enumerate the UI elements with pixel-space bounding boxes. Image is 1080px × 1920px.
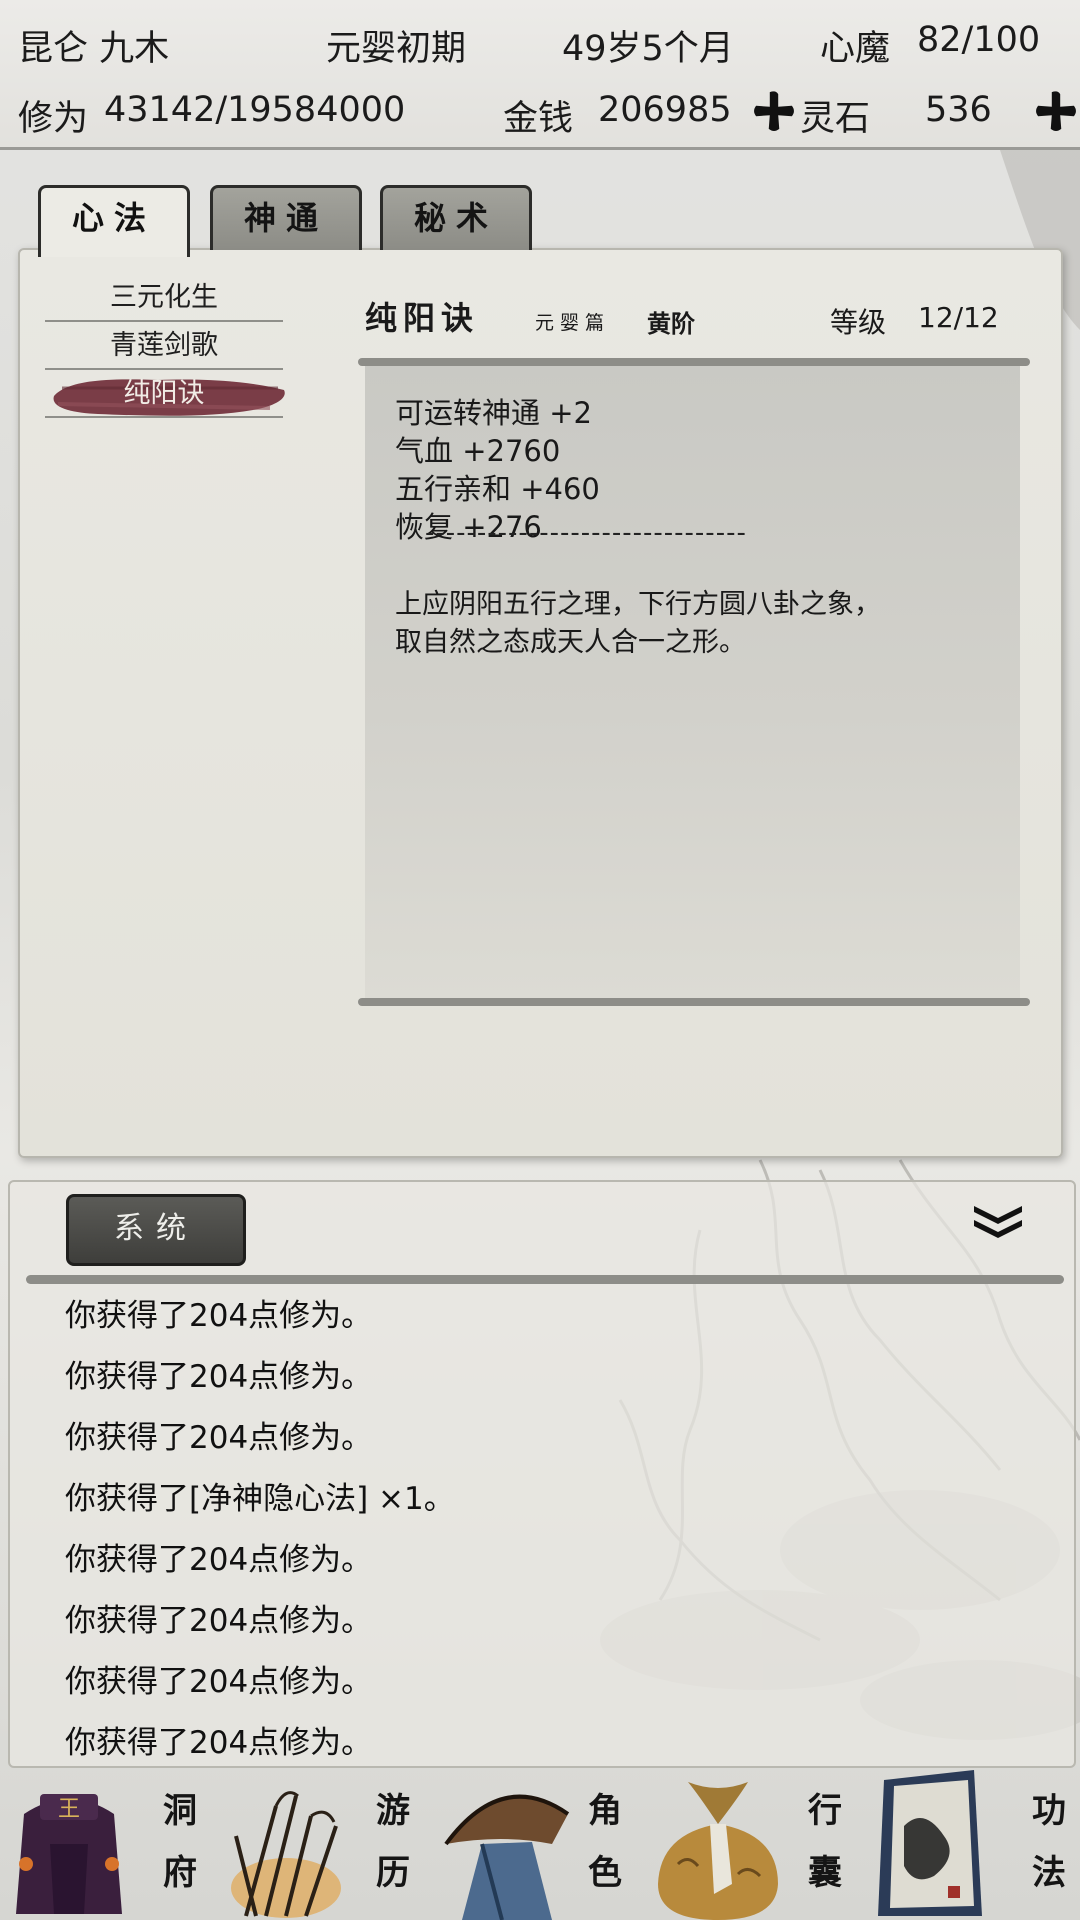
nav-label: 角 [588, 1791, 622, 1831]
text-divider: ------------------------------- [425, 518, 747, 548]
nav-label: 历 [376, 1853, 410, 1893]
log-message: 你获得了204点修为。 [65, 1359, 373, 1395]
nav-label: 行 [808, 1791, 842, 1831]
log-message: 你获得了204点修为。 [65, 1542, 373, 1578]
skill-list-item[interactable]: 三元化生 [45, 276, 283, 322]
money-value: 206985 [598, 90, 732, 130]
nav-cave-mansion[interactable]: 王 洞 府 [0, 1766, 216, 1920]
svg-text:王: 王 [58, 1797, 80, 1822]
nav-label: 游 [376, 1791, 410, 1831]
skill-stat: 五行亲和 +460 [395, 472, 600, 506]
cultivation-label: 修为 [18, 99, 89, 139]
skill-name: 纯阳诀 [365, 299, 480, 337]
skill-stat: 可运转神通 +2 [395, 396, 592, 430]
spirit-stone-label: 灵石 [800, 99, 871, 139]
add-money-plus-icon[interactable] [753, 90, 795, 132]
nav-label: 囊 [808, 1853, 842, 1893]
skill-list-item[interactable]: 青莲剑歌 [45, 324, 283, 370]
nav-character[interactable]: 角 色 [432, 1766, 648, 1920]
nav-label: 色 [588, 1853, 622, 1893]
tab-divine-power[interactable]: 神通 [210, 185, 362, 250]
bottom-navigation: 王 洞 府 游 历 角 色 行 囊 功 法 [0, 1766, 1080, 1920]
log-message: 你获得了204点修为。 [65, 1664, 373, 1700]
skill-detail-box: 可运转神通 +2 气血 +2760 五行亲和 +460 恢复 +276 ----… [365, 366, 1020, 998]
spirit-stone-value: 536 [925, 90, 992, 130]
character-icon [444, 1794, 570, 1920]
tab-system-log[interactable]: 系统 [66, 1194, 246, 1266]
log-message: 你获得了204点修为。 [65, 1420, 373, 1456]
status-header: 昆仑 九木 元婴初期 49岁5个月 心魔 82/100 修为 43142/195… [0, 0, 1080, 150]
skill-panel: 三元化生 青莲剑歌 纯阳诀 纯阳诀 元婴篇 黄阶 等级 12/12 可运转神通 … [18, 248, 1063, 1158]
skills-book-icon [878, 1770, 982, 1916]
tab-secret-art[interactable]: 秘术 [380, 185, 532, 250]
heart-demon-label: 心魔 [820, 29, 891, 69]
character-name: 昆仑 九木 [18, 29, 170, 69]
travel-icon [231, 1791, 341, 1918]
log-message: 你获得了204点修为。 [65, 1298, 373, 1334]
nav-skills[interactable]: 功 法 [864, 1766, 1080, 1920]
skill-grade: 黄阶 [647, 309, 695, 338]
detail-bottom-rule [358, 998, 1030, 1006]
cave-mansion-icon: 王 [16, 1794, 122, 1914]
level-label: 等级 [830, 306, 887, 339]
log-rule [26, 1275, 1064, 1284]
nav-label: 洞 [163, 1791, 197, 1831]
skill-stat: 气血 +2760 [395, 434, 561, 468]
level-value: 12/12 [918, 301, 999, 334]
cultivation-realm: 元婴初期 [326, 29, 467, 69]
skill-chapter: 元婴篇 [535, 312, 611, 334]
nav-travel[interactable]: 游 历 [216, 1766, 432, 1920]
skill-description-line: 上应阴阳五行之理，下行方圆八卦之象， [395, 589, 881, 620]
heart-demon-value: 82/100 [917, 20, 1041, 60]
character-age: 49岁5个月 [562, 29, 734, 69]
skill-description-line: 取自然之态成天人合一之形。 [395, 627, 746, 658]
log-message: 你获得了204点修为。 [65, 1603, 373, 1639]
nav-label: 法 [1032, 1853, 1066, 1893]
add-spirit-stone-plus-icon[interactable] [1035, 90, 1077, 132]
tab-mind-method[interactable]: 心法 [38, 185, 190, 257]
nav-inventory-bag[interactable]: 行 囊 [648, 1766, 864, 1920]
detail-top-rule [358, 358, 1030, 366]
chevron-double-down-icon[interactable] [970, 1202, 1026, 1242]
nav-label: 府 [163, 1853, 197, 1893]
nav-label: 功 [1032, 1791, 1066, 1831]
money-label: 金钱 [503, 99, 574, 139]
system-log-panel: 系统 你获得了204点修为。 你获得了204点修为。 你获得了204点修为。 你… [8, 1180, 1076, 1768]
log-message: 你获得了204点修为。 [65, 1725, 373, 1761]
skill-list-item-selected[interactable]: 纯阳诀 [45, 372, 283, 418]
cultivation-value: 43142/19584000 [104, 90, 406, 130]
log-message: 你获得了[净神隐心法] ×1。 [65, 1481, 455, 1517]
bag-icon [658, 1782, 778, 1920]
